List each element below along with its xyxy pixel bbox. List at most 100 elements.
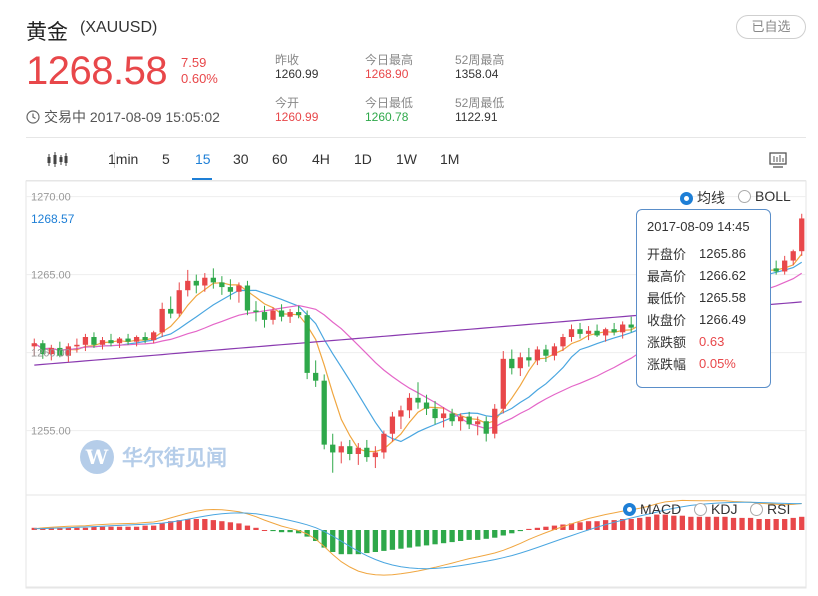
candle-body — [142, 337, 148, 341]
tooltip-time: 2017-08-09 14:45 — [647, 219, 750, 234]
y-tick-label: 1265.00 — [31, 270, 71, 282]
macd-bar — [330, 530, 336, 552]
candle-body — [159, 308, 165, 333]
macd-bar — [287, 530, 293, 533]
candle-body — [432, 408, 438, 419]
macd-bar — [210, 520, 216, 530]
macd-bar — [381, 530, 387, 551]
candle-body — [253, 310, 259, 313]
tooltip-value: 0.05% — [699, 355, 736, 371]
sub-indicator-macd-radio[interactable]: MACD — [623, 501, 681, 517]
macd-bar — [756, 519, 762, 530]
macd-bar — [679, 515, 685, 530]
candle-body — [790, 251, 796, 261]
radio-unchecked-icon — [750, 502, 763, 516]
y-axis-labels: 1270.00 1265.00 1260.00 1255.00 1268.57 — [31, 192, 75, 438]
macd-bar — [253, 527, 259, 530]
sub-indicator-kdj-radio[interactable]: KDJ — [694, 501, 737, 517]
macd-bar — [270, 530, 276, 532]
tooltip-key: 开盘价 — [647, 246, 687, 262]
macd-bar — [108, 526, 114, 530]
indicator-ma-radio[interactable]: 均线 — [680, 188, 725, 208]
candle-body — [125, 338, 131, 342]
macd-bar — [125, 526, 131, 530]
radio-checked-icon — [680, 191, 693, 205]
radio-unchecked-icon — [738, 189, 751, 203]
candle-body — [202, 277, 208, 286]
macd-bar — [509, 530, 515, 534]
macd-bar — [193, 519, 199, 530]
macd-bar — [278, 530, 285, 533]
tooltip-value: 0.63 — [699, 333, 725, 349]
current-price-label: 1268.57 — [31, 212, 75, 226]
macd-bar — [628, 519, 634, 530]
macd-bar — [432, 530, 438, 545]
candle-body — [577, 329, 583, 334]
macd-bar — [202, 519, 208, 530]
macd-bar — [159, 523, 165, 530]
candle-body — [347, 446, 353, 454]
candle-body — [278, 310, 285, 317]
macd-bar — [440, 530, 447, 544]
radio-checked-icon — [623, 502, 636, 516]
sub-indicator-macd-label: MACD — [640, 501, 682, 517]
candle-body — [449, 413, 455, 422]
candle-body — [355, 447, 361, 454]
tooltip-key: 涨跌额 — [647, 334, 687, 350]
candle-body — [398, 410, 404, 417]
macd-bar — [82, 527, 89, 530]
candle-body — [108, 340, 114, 344]
macd-bar — [176, 520, 182, 530]
candle-body — [492, 408, 498, 434]
candle-body — [423, 402, 430, 409]
candle-body — [602, 329, 609, 336]
candle-body — [551, 346, 558, 356]
macd-bar — [185, 519, 191, 530]
macd-bar — [406, 530, 413, 548]
tooltip-key: 最低价 — [647, 290, 687, 306]
watermark: W 华尔街见闻 — [80, 440, 227, 474]
macd-bar — [483, 530, 489, 539]
macd-bar — [747, 517, 754, 530]
candle-body — [483, 421, 489, 434]
candle-body — [151, 332, 157, 341]
macd-bar — [261, 530, 268, 531]
tooltip-value: 1266.62 — [699, 267, 746, 283]
radio-unchecked-icon — [694, 502, 707, 516]
candle-body — [321, 380, 327, 445]
y-tick-label: 1270.00 — [31, 192, 71, 204]
tooltip-row: 涨跌幅 0.05% — [647, 352, 770, 374]
candle-body — [782, 260, 788, 272]
candle-body — [526, 357, 532, 361]
macd-bar — [389, 530, 396, 550]
candle-body — [389, 416, 396, 434]
sub-indicator-rsi-radio[interactable]: RSI — [750, 501, 790, 517]
macd-bar — [466, 530, 472, 540]
indicator-boll-radio[interactable]: BOLL — [738, 188, 791, 204]
tooltip-key: 收盘价 — [647, 312, 687, 328]
macd-bar — [372, 530, 379, 552]
candle-body — [457, 416, 464, 422]
candle-body — [313, 372, 319, 381]
candle-body — [330, 444, 336, 453]
candle-body — [82, 337, 89, 345]
macd-bar — [91, 526, 97, 530]
candle-body — [543, 349, 549, 356]
macd-bar — [713, 516, 720, 530]
candle-body — [568, 329, 575, 337]
candle-body — [773, 268, 779, 272]
candle-body — [500, 358, 506, 409]
macd-bar — [151, 525, 157, 530]
watermark-logo-icon: W — [80, 440, 114, 474]
candle-body — [295, 312, 302, 316]
candle-body — [440, 413, 447, 419]
macd-bar — [457, 530, 464, 541]
sub-indicator-kdj-label: KDJ — [711, 501, 738, 517]
tooltip-row: 涨跌额 0.63 — [647, 330, 770, 352]
tooltip-row: 开盘价 1265.86 — [647, 242, 770, 264]
candle-body — [594, 330, 600, 336]
candle-body — [799, 218, 805, 252]
candle-body — [475, 421, 481, 425]
candle-body — [560, 337, 566, 347]
macd-bar — [142, 525, 148, 530]
